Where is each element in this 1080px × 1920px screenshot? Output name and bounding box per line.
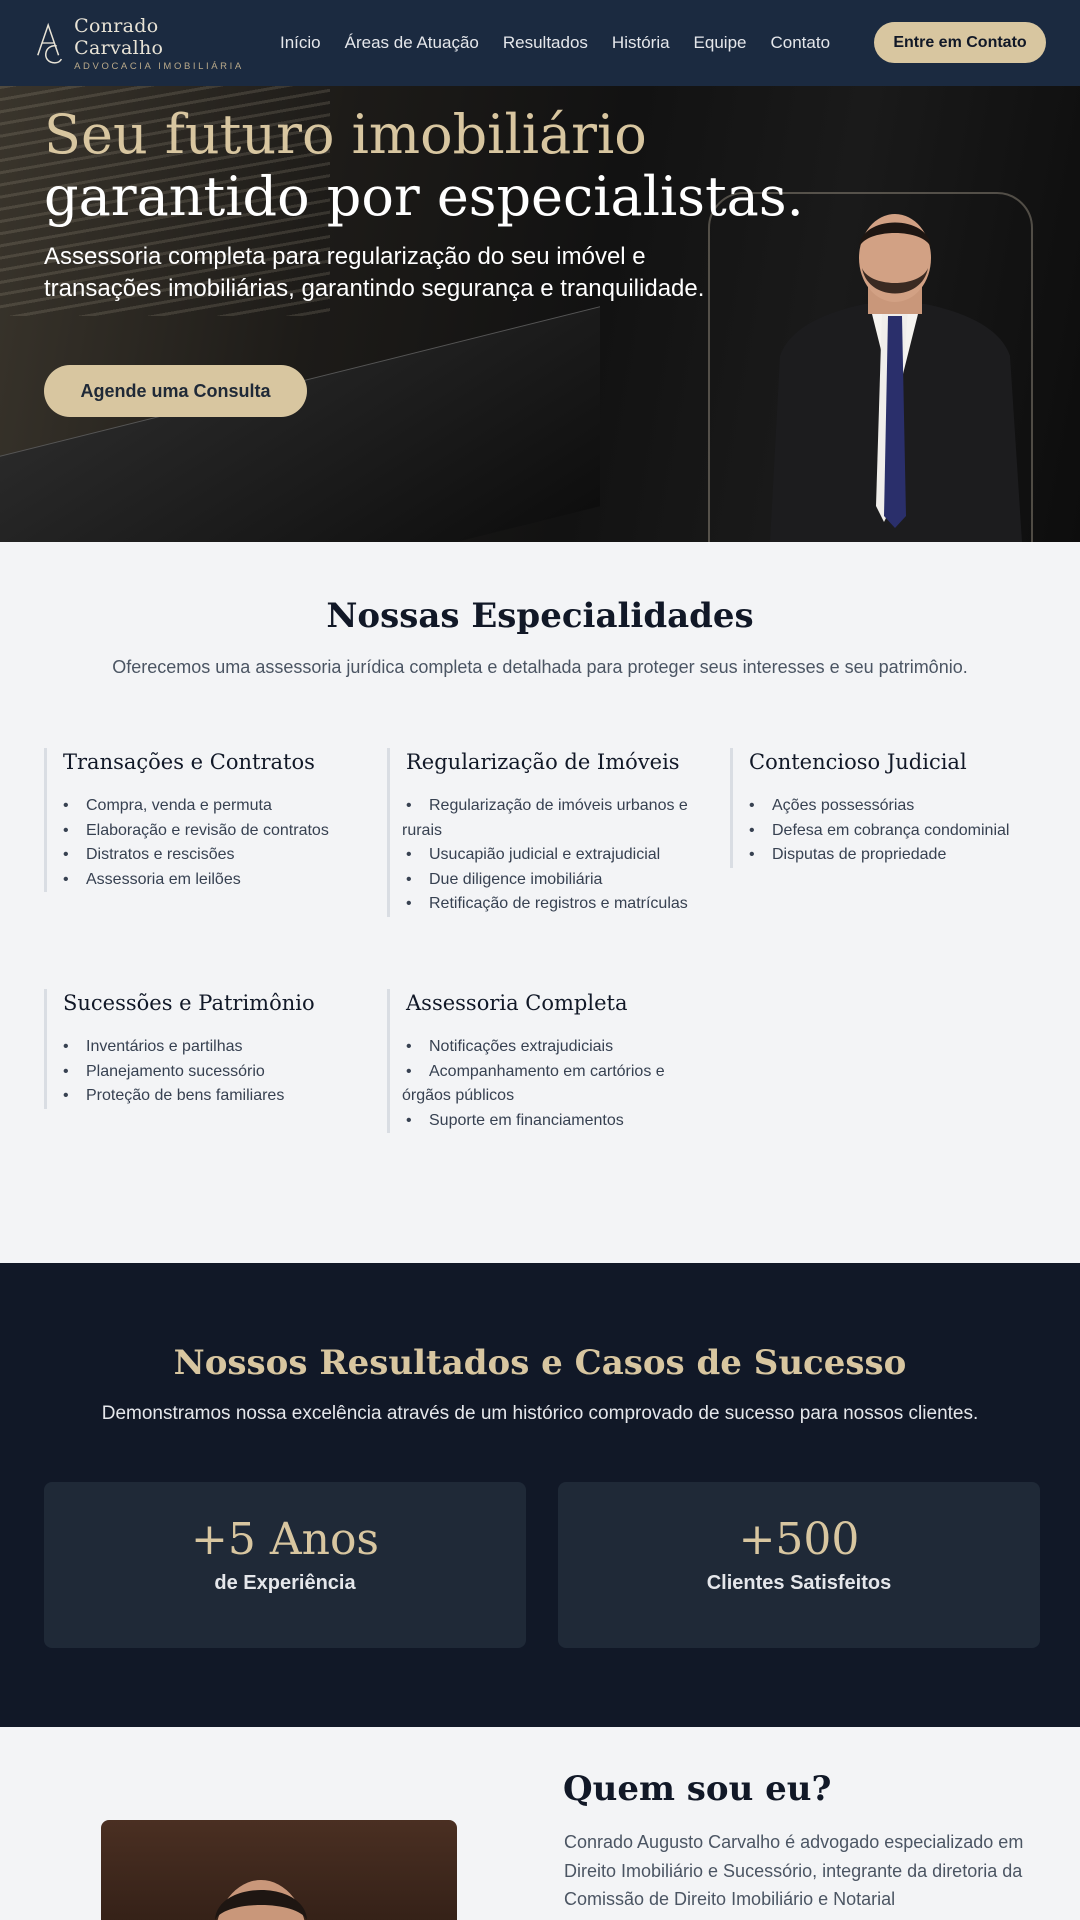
- hero-section: Seu futuro imobiliário garantido por esp…: [0, 86, 1080, 542]
- specialty-card-title: Sucessões e Patrimônio: [63, 991, 315, 1015]
- logo-tagline: ADVOCACIA IMOBILIÁRIA: [74, 60, 244, 72]
- hero-background-table: [0, 306, 600, 542]
- specialty-card-contencioso: Contencioso Judicial Ações possessórias …: [730, 748, 1050, 868]
- schedule-consultation-button[interactable]: Agende uma Consulta: [44, 365, 307, 417]
- hero-title-line1: Seu futuro imobiliário: [44, 103, 647, 166]
- list-item: Compra, venda e permuta: [59, 794, 364, 819]
- about-portrait-figure: [215, 1880, 307, 1920]
- nav-link-equipe[interactable]: Equipe: [694, 33, 747, 53]
- specialty-card-title: Contencioso Judicial: [749, 750, 967, 774]
- hero-title: Seu futuro imobiliário garantido por esp…: [44, 104, 804, 228]
- logo-name: Conrado Carvalho: [74, 14, 164, 59]
- nav-link-inicio[interactable]: Início: [280, 33, 321, 53]
- results-description: Demonstramos nossa excelência através de…: [101, 1403, 979, 1424]
- specialty-card-transacoes: Transações e Contratos Compra, venda e p…: [44, 748, 364, 892]
- stat-label: de Experiência: [214, 1572, 356, 1594]
- list-item: Due diligence imobiliária: [402, 868, 697, 893]
- list-item: Usucapião judicial e extrajudicial: [402, 843, 697, 868]
- list-item: Distratos e rescisões: [59, 843, 364, 868]
- nav-link-historia[interactable]: História: [612, 33, 670, 53]
- list-item: Retificação de registros e matrículas: [402, 892, 697, 917]
- logo-monogram-icon: [37, 22, 63, 64]
- nav-link-contato[interactable]: Contato: [770, 33, 830, 53]
- specialty-list: Notificações extrajudiciais Acompanhamen…: [402, 1035, 697, 1133]
- specialties-description: Oferecemos uma assessoria jurídica compl…: [112, 657, 968, 677]
- specialty-card-assessoria: Assessoria Completa Notificações extraju…: [387, 989, 697, 1133]
- results-section: Nossos Resultados e Casos de Sucesso Dem…: [0, 1263, 1080, 1727]
- contact-button[interactable]: Entre em Contato: [874, 22, 1046, 63]
- list-item: Inventários e partilhas: [59, 1035, 364, 1060]
- stat-card-experience: +5 Anos de Experiência: [44, 1482, 526, 1648]
- about-portrait: [101, 1820, 457, 1920]
- list-item: Elaboração e revisão de contratos: [59, 819, 364, 844]
- list-item: Ações possessórias: [745, 794, 1050, 819]
- stat-card-clients: +500 Clientes Satisfeitos: [558, 1482, 1040, 1648]
- hero-subtitle: Assessoria completa para regularização d…: [44, 243, 705, 302]
- list-item: Acompanhamento em cartórios e órgãos púb…: [402, 1060, 697, 1109]
- specialty-card-title: Regularização de Imóveis: [406, 750, 680, 774]
- specialty-card-regularizacao: Regularização de Imóveis Regularização d…: [387, 748, 697, 917]
- specialty-card-title: Transações e Contratos: [63, 750, 315, 774]
- about-text: Conrado Augusto Carvalho é advogado espe…: [564, 1832, 1024, 1909]
- list-item: Disputas de propriedade: [745, 843, 1050, 868]
- top-navbar: Conrado Carvalho ADVOCACIA IMOBILIÁRIA I…: [0, 0, 1080, 86]
- specialty-list: Ações possessórias Defesa em cobrança co…: [745, 794, 1050, 868]
- specialty-list: Compra, venda e permuta Elaboração e rev…: [59, 794, 364, 892]
- specialties-title: Nossas Especialidades: [326, 596, 754, 636]
- nav-link-areas[interactable]: Áreas de Atuação: [345, 33, 479, 53]
- specialty-list: Regularização de imóveis urbanos e rurai…: [402, 794, 697, 917]
- hero-title-line2: garantido por especialistas.: [44, 165, 804, 228]
- stat-label: Clientes Satisfeitos: [706, 1572, 892, 1594]
- nav-link-resultados[interactable]: Resultados: [503, 33, 588, 53]
- list-item: Notificações extrajudiciais: [402, 1035, 697, 1060]
- list-item: Assessoria em leilões: [59, 868, 364, 893]
- about-title: Quem sou eu?: [563, 1769, 832, 1809]
- list-item: Defesa em cobrança condominial: [745, 819, 1050, 844]
- list-item: Regularização de imóveis urbanos e rurai…: [402, 794, 697, 843]
- list-item: Proteção de bens familiares: [59, 1084, 364, 1109]
- stat-number: +5 Anos: [190, 1514, 380, 1565]
- specialty-card-sucessoes: Sucessões e Patrimônio Inventários e par…: [44, 989, 364, 1109]
- specialty-list: Inventários e partilhas Planejamento suc…: [59, 1035, 364, 1109]
- brand-logo[interactable]: Conrado Carvalho ADVOCACIA IMOBILIÁRIA: [34, 15, 244, 72]
- stat-number: +500: [738, 1514, 860, 1565]
- lawyer-portrait: [770, 214, 1022, 542]
- results-title: Nossos Resultados e Casos de Sucesso: [173, 1343, 907, 1383]
- list-item: Suporte em financiamentos: [402, 1109, 697, 1134]
- list-item: Planejamento sucessório: [59, 1060, 364, 1085]
- nav-links: Início Áreas de Atuação Resultados Histó…: [280, 33, 854, 53]
- specialty-card-title: Assessoria Completa: [406, 991, 628, 1015]
